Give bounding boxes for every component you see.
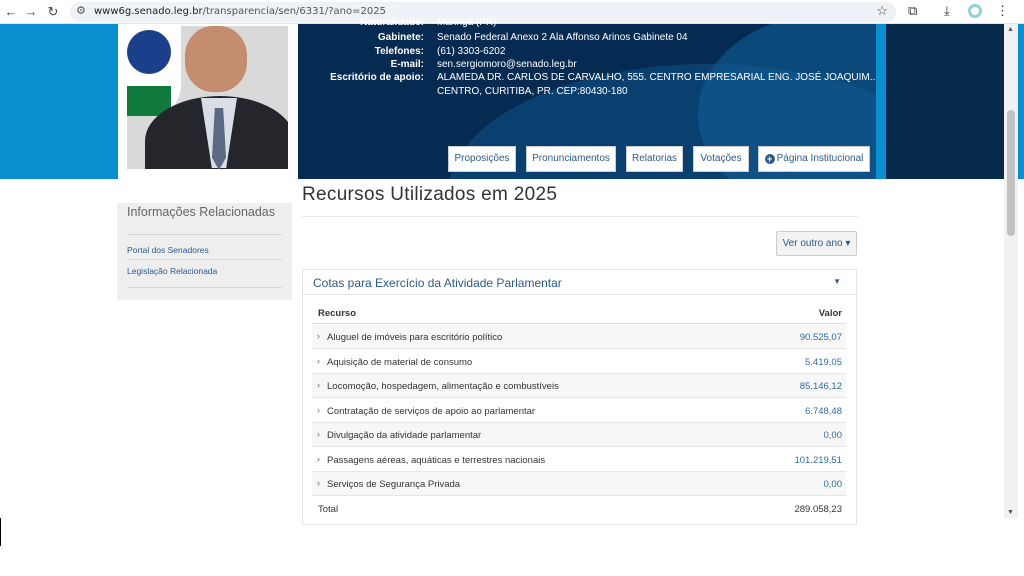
pronunciamentos-button[interactable]: Pronunciamentos: [526, 146, 616, 172]
votacoes-button[interactable]: Votações: [693, 146, 749, 172]
row-label: Aquisição de material de consumo: [327, 357, 473, 368]
scroll-thumb[interactable]: [1007, 110, 1015, 236]
chevron-right-icon: ›: [317, 380, 320, 390]
extensions-icon[interactable]: ⧉: [908, 3, 917, 19]
divider: [302, 216, 858, 217]
row-value[interactable]: 90.525,07: [800, 332, 842, 343]
info-label: E-mail:: [390, 59, 424, 70]
banner-left-band: [0, 24, 118, 179]
sidebar-title: Informações Relacionadas: [127, 205, 275, 219]
profile-avatar-icon[interactable]: [968, 4, 982, 18]
info-label: Telefones:: [374, 46, 424, 57]
row-label: Serviços de Segurança Privada: [327, 479, 461, 490]
row-value[interactable]: 0,00: [824, 479, 843, 490]
chevron-right-icon: ›: [317, 429, 320, 439]
plus-circle-icon: +: [764, 154, 775, 164]
related-info-sidebar: Informações Relacionadas Portal dos Sena…: [117, 203, 292, 300]
arrow-left-icon[interactable]: ←: [2, 3, 20, 21]
info-label: Gabinete:: [377, 32, 424, 43]
total-label: Total: [318, 504, 339, 515]
info-value: Senado Federal Anexo 2 Ala Affonso Arino…: [437, 32, 688, 43]
info-value: CENTRO, CURITIBA, PR. CEP:80430-180: [437, 86, 628, 97]
year-button-label: Ver outro ano: [782, 238, 843, 249]
proposicoes-button[interactable]: Proposições: [448, 146, 516, 172]
table-row[interactable]: › Aquisição de material de consumo 5.419…: [312, 350, 846, 374]
pagina-institucional-button[interactable]: + Página Institucional: [758, 146, 870, 172]
total-value: 289.058,23: [794, 504, 842, 515]
table-row[interactable]: › Locomoção, hospedagem, alimentação e c…: [312, 374, 846, 398]
bookmark-star-icon[interactable]: ☆: [876, 3, 888, 19]
scroll-up-icon[interactable]: ▲: [1007, 26, 1014, 33]
site-info-icon[interactable]: ⚙: [76, 4, 86, 17]
row-label: Aluguel de imóveis para escritório polít…: [327, 332, 503, 343]
button-label: Proposições: [454, 153, 510, 164]
table-row[interactable]: › Contratação de serviços de apoio ao pa…: [312, 399, 846, 423]
banner-right-band: [886, 24, 1004, 179]
info-value: Maringá (PR): [437, 17, 497, 28]
panel-header[interactable]: Cotas para Exercício da Atividade Parlam…: [303, 270, 856, 295]
row-value[interactable]: 0,00: [824, 430, 843, 441]
chevron-right-icon: ›: [317, 356, 320, 366]
row-value[interactable]: 6.748,48: [805, 406, 842, 417]
row-label: Divulgação da atividade parlamentar: [327, 430, 482, 441]
table-header: Recurso Valor: [312, 300, 846, 324]
button-label: Votações: [700, 153, 742, 164]
banner-edge: [1018, 24, 1024, 179]
legislacao-link[interactable]: Legislação Relacionada: [127, 266, 217, 276]
row-label: Passagens aéreas, aquáticas e terrestres…: [327, 455, 546, 466]
button-label: Relatorias: [631, 153, 678, 164]
info-label: Naturalidade:: [360, 17, 424, 28]
table-row[interactable]: › Aluguel de imóveis para escritório pol…: [312, 325, 846, 349]
row-value[interactable]: 85.146,12: [800, 381, 842, 392]
row-value[interactable]: 101.219,51: [794, 455, 842, 466]
chevron-right-icon: ›: [317, 405, 320, 415]
scroll-down-icon[interactable]: ▼: [1007, 509, 1014, 516]
row-value[interactable]: 5.419,05: [805, 357, 842, 368]
button-label: Pronunciamentos: [532, 153, 610, 164]
url-text: www6g.senado.leg.br/transparencia/sen/63…: [94, 6, 386, 17]
senator-photo-frame: [118, 24, 298, 179]
button-label: Página Institucional: [776, 153, 864, 164]
panel-title: Cotas para Exercício da Atividade Parlam…: [313, 276, 562, 290]
info-label: Escritório de apoio:: [330, 72, 424, 83]
collapse-caret-icon[interactable]: ▼: [833, 277, 841, 286]
table-total-row: Total 289.058,23: [312, 497, 846, 521]
info-value: ALAMEDA DR. CARLOS DE CARVALHO, 555. CEN…: [437, 72, 876, 83]
info-value: (61) 3303-6202: [437, 46, 506, 57]
arrow-right-icon[interactable]: →: [22, 3, 40, 21]
table-row[interactable]: › Passagens aéreas, aquáticas e terrestr…: [312, 448, 846, 472]
table-row[interactable]: › Serviços de Segurança Privada 0,00: [312, 472, 846, 496]
senator-photo: [127, 26, 288, 169]
download-icon[interactable]: ⤓: [944, 3, 950, 19]
chevron-right-icon: ›: [317, 478, 320, 488]
year-dropdown-button[interactable]: Ver outro ano ▾: [776, 231, 857, 256]
email-link[interactable]: sen.sergiomoro@senado.leg.br: [437, 59, 857, 70]
relatorias-button[interactable]: Relatorias: [626, 146, 683, 172]
row-label: Contratação de serviços de apoio ao parl…: [327, 406, 536, 417]
chevron-right-icon: ›: [317, 331, 320, 341]
page-title: Recursos Utilizados em 2025: [302, 184, 558, 205]
chevron-right-icon: ›: [317, 454, 320, 464]
col-header-recurso: Recurso: [318, 308, 357, 319]
page-scrollbar[interactable]: ▲ ▼: [1004, 24, 1018, 518]
portal-senadores-link[interactable]: Portal dos Senadores: [127, 245, 209, 255]
caret-down-icon: ▾: [845, 238, 851, 249]
col-header-valor: Valor: [818, 308, 842, 319]
row-label: Locomoção, hospedagem, alimentação e com…: [327, 381, 559, 392]
table-row[interactable]: › Divulgação da atividade parlamentar 0,…: [312, 423, 846, 447]
menu-kebab-icon[interactable]: ⋮: [996, 3, 1009, 19]
text-cursor: [0, 518, 1, 546]
reload-icon[interactable]: ↻: [44, 3, 62, 21]
